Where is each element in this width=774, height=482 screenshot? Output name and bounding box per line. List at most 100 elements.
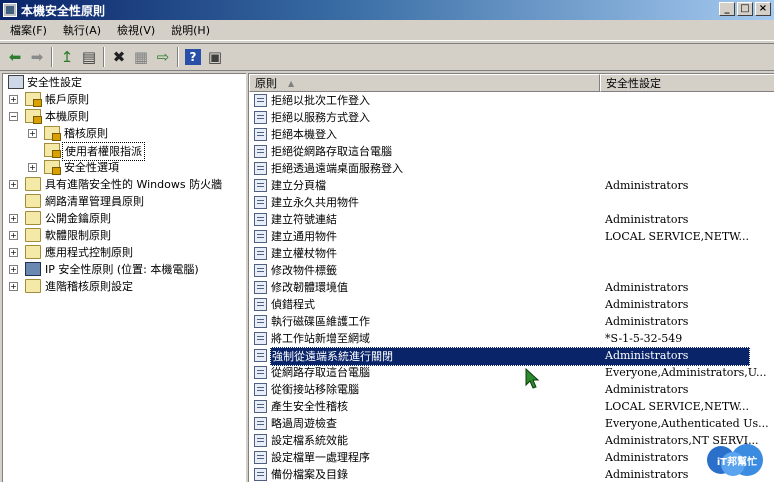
menu-help[interactable]: 說明(H) [163,22,218,40]
tree-item-audit-policy[interactable]: + 稽核原則 [3,125,246,142]
expand-icon[interactable]: + [9,248,18,257]
table-row[interactable]: 略過周遊檢查 Everyone,Authenticated Us... [249,415,774,432]
table-row[interactable]: 拒絕以批次工作登入 [249,92,774,109]
policy-name: 偵錯程式 [271,298,315,311]
policy-setting: Administrators [605,468,689,481]
tree-item-windows-firewall[interactable]: + 具有進階安全性的 Windows 防火牆 [3,176,246,193]
policy-name: 從銜接站移除電腦 [271,383,359,396]
table-row[interactable]: 修改物件標籤 [249,262,774,279]
policy-icon [254,366,267,379]
table-row[interactable]: 拒絕透過遠端桌面服務登入 [249,160,774,177]
tree-label: 軟體限制原則 [45,229,111,242]
expand-icon[interactable]: + [28,163,37,172]
expand-icon[interactable]: + [9,214,18,223]
column-header-setting[interactable]: 安全性設定 [600,74,774,92]
expand-icon[interactable]: + [28,129,37,138]
folder-icon [25,211,41,225]
show-hide-pane-icon[interactable]: ▣ [204,46,226,68]
tree-label: 安全性選項 [64,161,119,174]
table-row[interactable]: 備份檔案及目錄 Administrators [249,466,774,482]
table-row-selected[interactable]: 強制從遠端系統進行關閉 Administrators [249,347,774,366]
policy-icon [254,349,267,362]
minimize-button[interactable]: _ [719,2,735,16]
tree-item-user-rights-assignment[interactable]: 使用者權限指派 [3,142,246,161]
back-icon[interactable]: ⬅ [4,46,26,68]
policy-name: 從網路存取這台電腦 [271,366,370,379]
properties-icon[interactable]: ▦ [130,46,152,68]
tree-label: 公開金鑰原則 [45,212,111,225]
tree-item-ip-security[interactable]: + IP 安全性原則 (位置: 本機電腦) [3,261,246,278]
policy-name: 拒絕以服務方式登入 [271,111,370,124]
forward-icon[interactable]: ➡ [26,46,48,68]
policy-name: 拒絕從網路存取這台電腦 [271,145,392,158]
policy-icon [254,111,267,124]
tree-item-security-options[interactable]: + 安全性選項 [3,159,246,176]
expand-icon[interactable]: + [9,180,18,189]
tree-item-application-control[interactable]: + 應用程式控制原則 [3,244,246,261]
up-icon[interactable]: ↥ [56,46,78,68]
tree-item-security-settings[interactable]: 安全性設定 [3,74,246,91]
details-pane[interactable]: 原則 ▲ 安全性設定 拒絕以批次工作登入 拒絕以服務方式登入 拒絕本機登入 拒絕… [248,73,774,482]
toolbar: ⬅ ➡ ↥ ▤ ✖ ▦ ⇨ ? ▣ [0,43,774,71]
menu-action[interactable]: 執行(A) [55,22,109,40]
menu-bar: 檔案(F) 執行(A) 檢視(V) 說明(H) [0,21,774,41]
policy-name: 建立通用物件 [271,230,337,243]
tree-item-local-policies[interactable]: − 本機原則 [3,108,246,125]
policy-icon [254,298,267,311]
policy-name: 產生安全性稽核 [271,400,348,413]
table-row[interactable]: 拒絕從網路存取這台電腦 [249,143,774,160]
policy-name: 拒絕以批次工作登入 [271,94,370,107]
table-row[interactable]: 從銜接站移除電腦 Administrators [249,381,774,398]
sort-ascending-icon: ▲ [288,79,295,88]
tree-item-account-policies[interactable]: + 帳戶原則 [3,91,246,108]
policy-icon [254,128,267,141]
table-row[interactable]: 建立權杖物件 [249,245,774,262]
console-tree[interactable]: 安全性設定 + 帳戶原則 − 本機原則 + 稽核原則 使用者權限指派 + 安全性… [2,73,246,482]
table-row[interactable]: 將工作站新增至網域 *S-1-5-32-549 [249,330,774,347]
table-row[interactable]: 設定檔系統效能 Administrators,NT SERVI... [249,432,774,449]
table-row[interactable]: 建立通用物件 LOCAL SERVICE,NETW... [249,228,774,245]
table-row[interactable]: 設定檔單一處理程序 Administrators [249,449,774,466]
tree-item-network-list-manager[interactable]: 網路清單管理員原則 [3,193,246,210]
menu-file[interactable]: 檔案(F) [2,22,55,40]
expand-icon[interactable]: + [9,282,18,291]
column-header-policy[interactable]: 原則 ▲ [249,74,600,92]
policy-setting: LOCAL SERVICE,NETW... [605,230,750,243]
folder-icon [25,194,41,208]
table-row[interactable]: 產生安全性稽核 LOCAL SERVICE,NETW... [249,398,774,415]
table-row[interactable]: 偵錯程式 Administrators [249,296,774,313]
show-hide-tree-icon[interactable]: ▤ [78,46,100,68]
tree-item-software-restriction[interactable]: + 軟體限制原則 [3,227,246,244]
table-row[interactable]: 拒絕以服務方式登入 [249,109,774,126]
app-icon[interactable] [3,3,17,17]
collapse-icon[interactable]: − [9,112,18,121]
expand-icon[interactable]: + [9,95,18,104]
tree-label: 進階稽核原則設定 [45,280,133,293]
policy-setting: Administrators [605,451,689,464]
delete-icon[interactable]: ✖ [108,46,130,68]
export-icon[interactable]: ⇨ [152,46,174,68]
watermark-logo: iT邦幫忙 [707,444,763,476]
window-title: 本機安全性原則 [21,3,106,18]
tree-item-advanced-audit[interactable]: + 進階稽核原則設定 [3,278,246,295]
table-row[interactable]: 執行磁碟區維護工作 Administrators [249,313,774,330]
close-button[interactable]: × [755,2,771,16]
table-row[interactable]: 從網路存取這台電腦 Everyone,Administrators,U... [249,364,774,381]
expand-icon[interactable]: + [9,231,18,240]
table-row[interactable]: 拒絕本機登入 [249,126,774,143]
help-icon[interactable]: ? [185,49,201,65]
table-row[interactable]: 建立分頁檔 Administrators [249,177,774,194]
table-row[interactable]: 修改韌體環境值 Administrators [249,279,774,296]
policy-setting: LOCAL SERVICE,NETW... [605,400,750,413]
policy-setting: Everyone,Authenticated Us... [605,417,769,430]
maximize-button[interactable]: □ [737,2,753,16]
menu-view[interactable]: 檢視(V) [109,22,163,40]
expand-icon[interactable]: + [9,265,18,274]
table-row[interactable]: 建立符號連結 Administrators [249,211,774,228]
window-controls: _ □ × [719,2,771,16]
policy-icon [254,179,267,192]
policy-icon [254,196,267,209]
network-icon [25,262,41,276]
tree-item-public-key-policies[interactable]: + 公開金鑰原則 [3,210,246,227]
table-row[interactable]: 建立永久共用物件 [249,194,774,211]
